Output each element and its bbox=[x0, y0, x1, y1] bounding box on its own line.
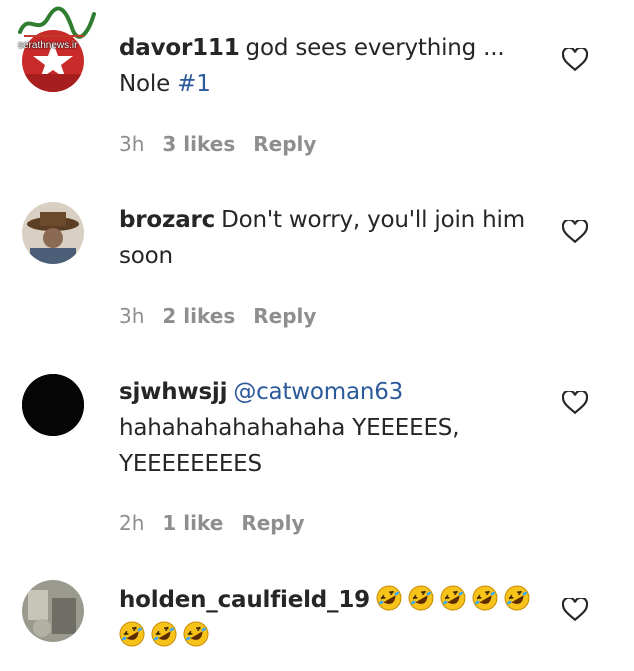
likes-count[interactable]: 2 likes bbox=[162, 304, 235, 328]
heart-outline-icon[interactable] bbox=[562, 220, 588, 244]
likes-count[interactable]: 3 likes bbox=[162, 132, 235, 156]
comment-text: davor111 god sees everything ... Nole #1 bbox=[119, 30, 539, 102]
comment-body: hahahahahahahaha YEEEEES, YEEEEEEEES bbox=[119, 415, 460, 477]
hashtag-link[interactable]: #1 bbox=[177, 71, 211, 97]
comment-meta: 3h 3 likes Reply bbox=[119, 132, 316, 156]
likes-count[interactable]: 1 like bbox=[162, 511, 223, 535]
comment-meta: 3h 2 likes Reply bbox=[119, 304, 316, 328]
reply-button[interactable]: Reply bbox=[253, 304, 316, 328]
calligraphy-logo-icon bbox=[18, 6, 96, 39]
avatar[interactable] bbox=[22, 580, 84, 642]
comment-username[interactable]: davor111 bbox=[119, 35, 240, 61]
comment-time: 2h bbox=[119, 511, 145, 535]
reply-button[interactable]: Reply bbox=[241, 511, 304, 535]
comment-meta: 2h 1 like Reply bbox=[119, 511, 305, 535]
rolling-on-floor-laughing-emoji bbox=[472, 585, 498, 611]
comment-text: brozarc Don't worry, you'll join him soon bbox=[119, 202, 539, 274]
heart-outline-icon[interactable] bbox=[562, 48, 588, 72]
watermark-logo: serathnews.ir bbox=[14, 6, 98, 54]
reply-button[interactable]: Reply bbox=[253, 132, 316, 156]
comment-text: sjwhwsjj @catwoman63 hahahahahahahaha YEE… bbox=[119, 374, 539, 482]
watermark-url: serathnews.ir bbox=[18, 40, 78, 51]
comment-text: holden_caulfield_19 bbox=[119, 582, 539, 654]
comment-username[interactable]: brozarc bbox=[119, 207, 215, 233]
mention-link[interactable]: @catwoman63 bbox=[233, 379, 403, 405]
heart-outline-icon[interactable] bbox=[562, 598, 588, 622]
rolling-on-floor-laughing-emoji bbox=[119, 621, 145, 647]
comment-username[interactable]: holden_caulfield_19 bbox=[119, 587, 370, 613]
rolling-on-floor-laughing-emoji bbox=[504, 585, 530, 611]
rolling-on-floor-laughing-emoji bbox=[408, 585, 434, 611]
rolling-on-floor-laughing-emoji bbox=[151, 621, 177, 647]
avatar[interactable] bbox=[22, 374, 84, 436]
gray-photo-avatar-icon bbox=[22, 580, 84, 642]
rolling-on-floor-laughing-emoji bbox=[376, 585, 402, 611]
person-hat-avatar-icon bbox=[22, 202, 84, 264]
black-avatar-icon bbox=[22, 374, 84, 436]
comment-username[interactable]: sjwhwsjj bbox=[119, 379, 228, 405]
comment-time: 3h bbox=[119, 304, 145, 328]
heart-outline-icon[interactable] bbox=[562, 391, 588, 415]
rolling-on-floor-laughing-emoji bbox=[183, 621, 209, 647]
comment-time: 3h bbox=[119, 132, 145, 156]
avatar[interactable] bbox=[22, 202, 84, 264]
rolling-on-floor-laughing-emoji bbox=[440, 585, 466, 611]
